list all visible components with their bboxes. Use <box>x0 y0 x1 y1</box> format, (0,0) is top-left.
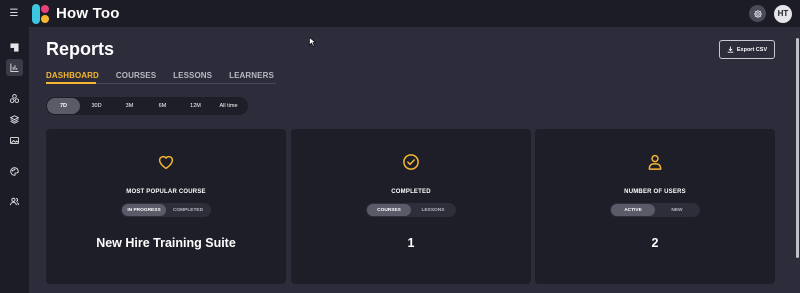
user-type-toggle: ACTIVE NEW <box>610 203 700 217</box>
toggle-lessons[interactable]: LESSONS <box>411 204 455 216</box>
range-12m[interactable]: 12M <box>179 98 212 114</box>
mouse-cursor-icon <box>309 37 317 47</box>
check-circle-icon <box>403 154 419 170</box>
time-range-selector: 7D 30D 3M 6M 12M All time <box>46 97 248 115</box>
tab-learners[interactable]: LEARNERS <box>229 71 274 83</box>
shapes-icon <box>10 94 19 103</box>
image-icon <box>10 136 19 145</box>
sidebar-item-dashboard[interactable] <box>6 39 23 56</box>
app-name: How Too <box>56 5 120 22</box>
logo-mark <box>32 3 50 24</box>
dashboard-icon <box>10 43 19 52</box>
logo[interactable]: How Too <box>32 3 120 24</box>
card-value: 1 <box>407 236 415 250</box>
completed-card: COMPLETED COURSES LESSONS 1 <box>291 129 531 284</box>
settings-button[interactable] <box>749 5 766 22</box>
layers-icon <box>10 115 19 124</box>
card-label: COMPLETED <box>391 189 431 195</box>
toggle-in-progress[interactable]: IN PROGRESS <box>122 204 166 216</box>
most-popular-course-card: MOST POPULAR COURSE IN PROGRESS COMPLETE… <box>46 129 286 284</box>
toggle-new[interactable]: NEW <box>655 204 699 216</box>
card-label: MOST POPULAR COURSE <box>126 189 206 195</box>
card-value: New Hire Training Suite <box>96 236 236 250</box>
download-icon <box>727 46 734 53</box>
number-of-users-card: NUMBER OF USERS ACTIVE NEW 2 <box>535 129 775 284</box>
sidebar-item-media[interactable] <box>6 132 23 149</box>
active-tab-indicator <box>46 82 96 84</box>
completed-type-toggle: COURSES LESSONS <box>366 203 456 217</box>
sidebar <box>0 27 29 293</box>
main-content: Reports Export CSV DASHBOARD COURSES LES… <box>29 27 793 293</box>
toggle-completed[interactable]: COMPLETED <box>166 204 210 216</box>
card-label: NUMBER OF USERS <box>624 189 686 195</box>
range-all-time[interactable]: All time <box>212 98 245 114</box>
avatar[interactable]: HT <box>774 4 792 23</box>
course-status-toggle: IN PROGRESS COMPLETED <box>121 203 211 217</box>
user-icon <box>648 154 662 170</box>
menu-icon[interactable]: ☰ <box>0 0 28 27</box>
sidebar-item-theme[interactable] <box>6 163 23 180</box>
heart-icon <box>158 155 174 170</box>
range-3m[interactable]: 3M <box>113 98 146 114</box>
sidebar-item-users[interactable] <box>6 193 23 210</box>
palette-icon <box>10 167 19 176</box>
export-csv-label: Export CSV <box>736 46 768 53</box>
export-csv-button[interactable]: Export CSV <box>719 40 775 59</box>
users-icon <box>10 197 19 206</box>
card-value: 2 <box>651 236 659 250</box>
tab-courses[interactable]: COURSES <box>116 71 156 83</box>
toggle-courses[interactable]: COURSES <box>367 204 411 216</box>
top-bar: ☰ How Too HT <box>0 0 800 27</box>
range-6m[interactable]: 6M <box>146 98 179 114</box>
toggle-active[interactable]: ACTIVE <box>611 204 655 216</box>
gear-icon <box>753 9 762 18</box>
sidebar-item-reports[interactable] <box>6 59 23 76</box>
sidebar-item-layers[interactable] <box>6 111 23 128</box>
scrollbar-thumb[interactable] <box>796 38 799 258</box>
tab-lessons[interactable]: LESSONS <box>173 71 212 83</box>
sidebar-item-shapes[interactable] <box>6 90 23 107</box>
page-title: Reports <box>46 39 115 59</box>
bar-chart-icon <box>10 63 19 72</box>
range-7d[interactable]: 7D <box>47 98 80 114</box>
range-30d[interactable]: 30D <box>80 98 113 114</box>
